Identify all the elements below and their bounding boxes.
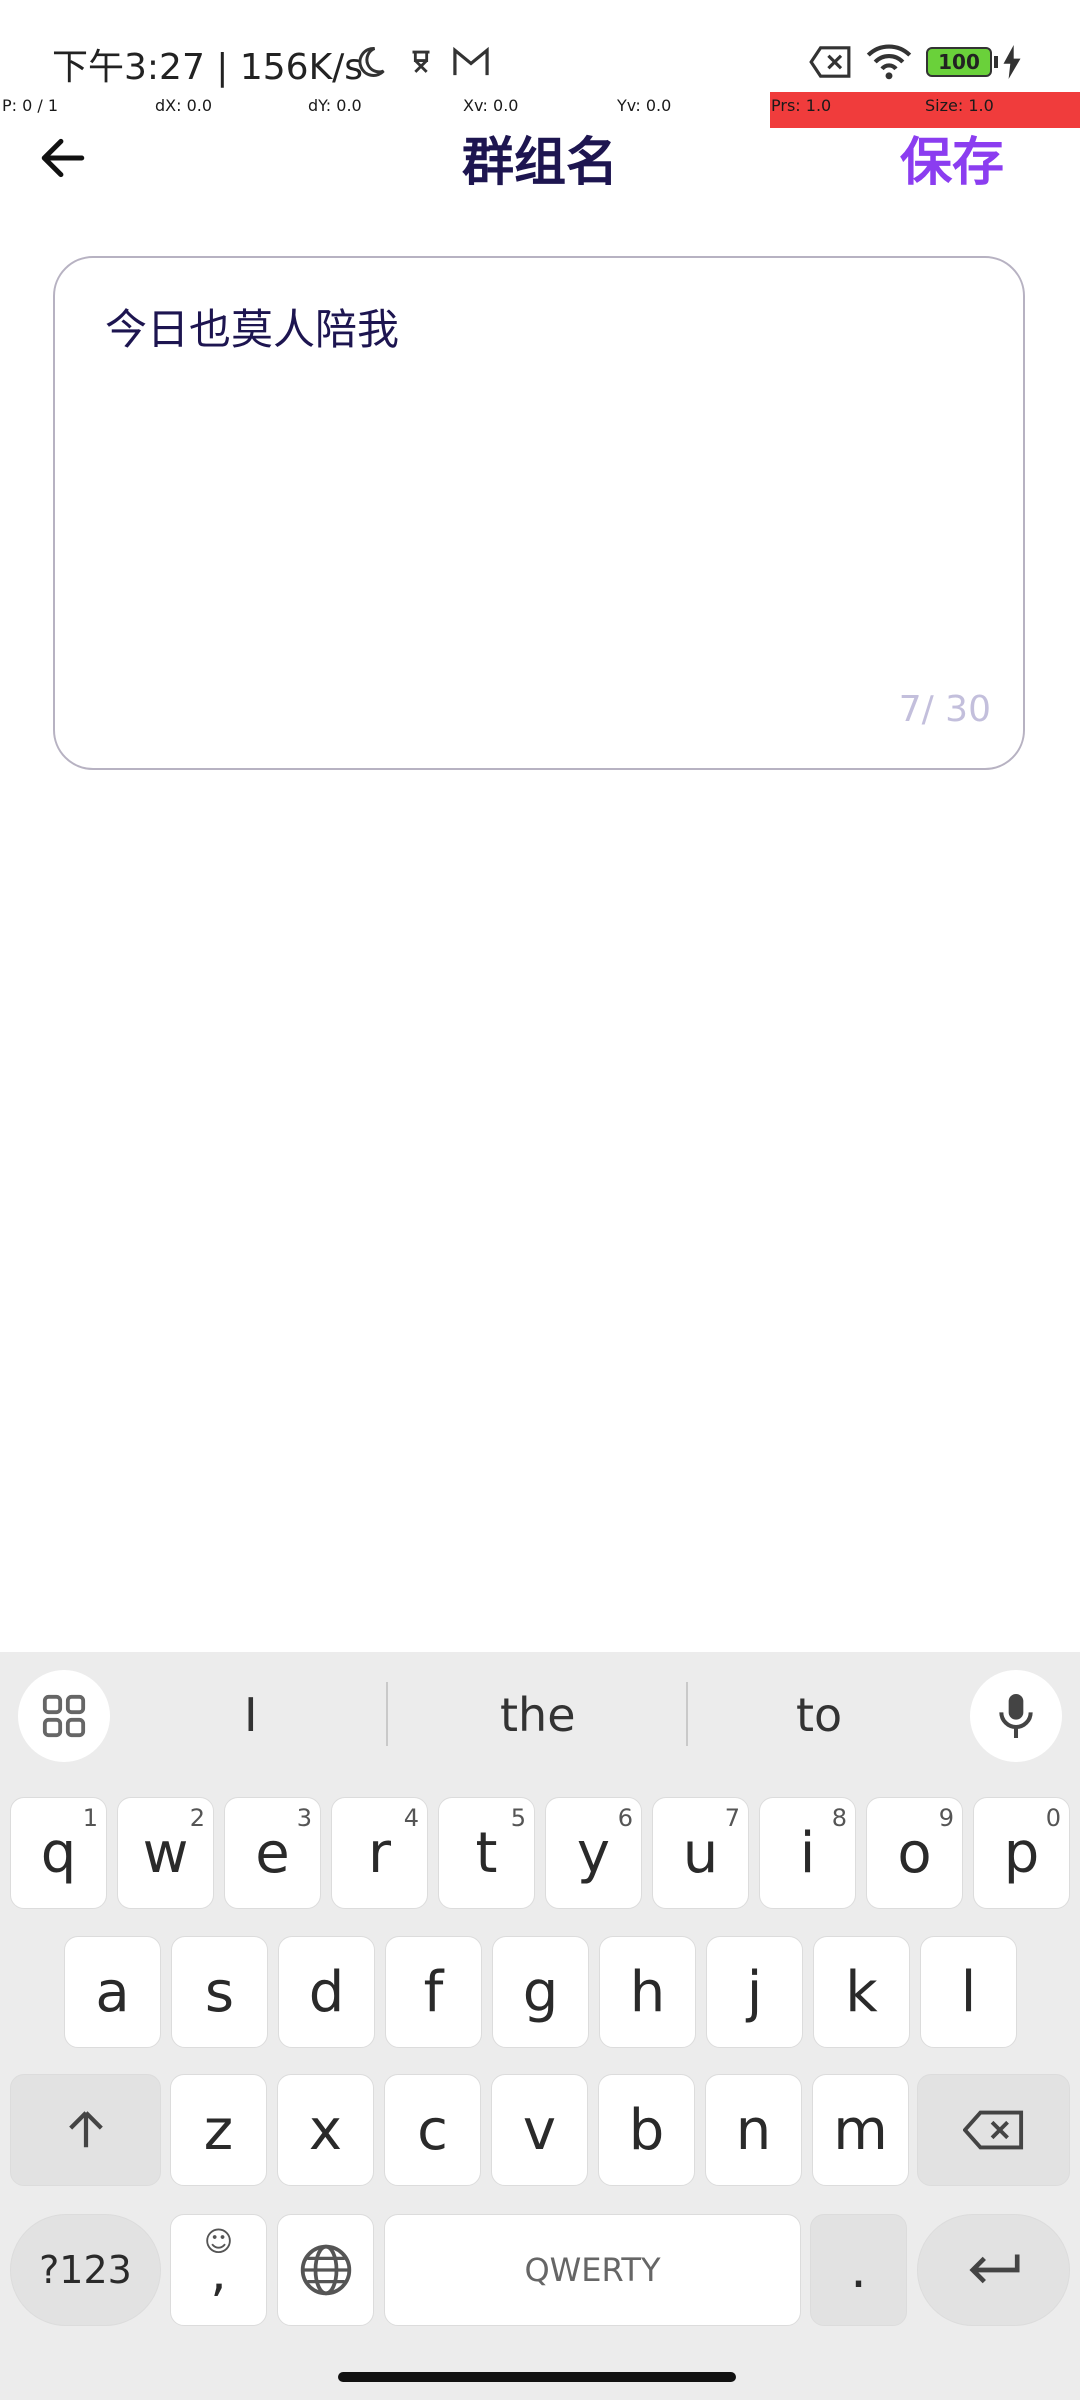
key-v[interactable]: v [491,2074,588,2186]
period-key[interactable]: . [810,2214,907,2326]
key-s[interactable]: s [171,1936,268,2048]
comma-label: , [210,2243,227,2303]
moon-icon [352,42,388,82]
suggestion-divider [686,1682,688,1746]
battery-level: 100 [938,50,980,74]
microphone-icon [999,1694,1033,1738]
group-name-textarea[interactable]: 今日也莫人陪我 7/ 30 [53,256,1025,770]
language-key[interactable] [277,2214,374,2326]
key-hint: 6 [617,1804,633,1832]
key-label: y [576,1820,611,1886]
key-label: t [475,1820,498,1886]
suggestion-divider [386,1682,388,1746]
key-hint: 9 [938,1804,954,1832]
enter-key[interactable] [917,2214,1070,2326]
key-y[interactable]: y6 [545,1797,642,1909]
key-hint: 0 [1045,1804,1061,1832]
key-label: q [40,1820,77,1886]
debug-size: Size: 1.0 [925,96,994,115]
key-label: o [897,1820,932,1886]
debug-dx: dX: 0.0 [155,96,213,115]
key-label: w [142,1820,189,1886]
voice-input-button[interactable] [970,1670,1062,1762]
charging-icon [1000,42,1024,82]
grid-icon [42,1694,86,1738]
home-indicator[interactable] [338,2372,736,2382]
key-l[interactable]: l [920,1936,1017,2048]
key-label: p [1003,1820,1040,1886]
key-a[interactable]: a [64,1936,161,2048]
key-c[interactable]: c [384,2074,481,2186]
keyboard-apps-button[interactable] [18,1670,110,1762]
key-p[interactable]: p0 [973,1797,1070,1909]
save-button[interactable]: 保存 [900,120,1004,195]
key-q[interactable]: q1 [10,1797,107,1909]
debug-yv: Yv: 0.0 [617,96,672,115]
key-i[interactable]: i8 [759,1797,856,1909]
char-counter: 7/ 30 [898,689,991,730]
shift-arrow-icon [68,2111,103,2148]
key-b[interactable]: b [598,2074,695,2186]
key-e[interactable]: e3 [224,1797,321,1909]
key-n[interactable]: n [705,2074,802,2186]
key-hint: 5 [510,1804,526,1832]
suggestion-3[interactable]: to [796,1688,842,1742]
key-t[interactable]: t5 [438,1797,535,1909]
key-f[interactable]: f [385,1936,482,2048]
key-o[interactable]: o9 [866,1797,963,1909]
status-time: 下午3:27 | 156K/s [52,47,364,88]
backspace-icon [962,2110,1023,2150]
key-j[interactable]: j [706,1936,803,2048]
wifi-icon [864,42,914,82]
key-hint: 4 [403,1804,419,1832]
debug-pointer: P: 0 / 1 [2,96,59,115]
key-z[interactable]: z [170,2074,267,2186]
key-hint: 1 [82,1804,98,1832]
key-k[interactable]: k [813,1936,910,2048]
key-label: i [799,1820,816,1886]
key-label: u [682,1820,719,1886]
debug-prs: Prs: 1.0 [771,96,832,115]
enter-icon [968,2254,1020,2284]
debug-xv: Xv: 0.0 [463,96,519,115]
key-w[interactable]: w2 [117,1797,214,1909]
key-hint: 8 [831,1804,847,1832]
key-label: e [255,1820,290,1886]
emoji-comma-key[interactable]: ☺ , [170,2214,267,2326]
key-h[interactable]: h [599,1936,696,2048]
globe-icon [300,2244,351,2296]
key-d[interactable]: d [278,1936,375,2048]
mail-icon [452,42,490,82]
backspace-key[interactable] [917,2074,1070,2186]
suggestion-2[interactable]: the [500,1688,576,1742]
space-key[interactable]: QWERTY [384,2214,801,2326]
group-name-value: 今日也莫人陪我 [105,305,400,354]
key-label: r [367,1820,392,1886]
key-r[interactable]: r4 [331,1797,428,1909]
symbols-key[interactable]: ?123 [10,2214,161,2326]
suggestion-1[interactable]: I [244,1688,258,1742]
key-hint: 7 [724,1804,740,1832]
key-x[interactable]: x [277,2074,374,2186]
notification-icon [404,42,438,82]
shift-key[interactable] [10,2074,161,2186]
battery-icon: 100 [926,42,998,82]
debug-dy: dY: 0.0 [308,96,362,115]
sim-off-icon [808,42,852,82]
key-u[interactable]: u7 [652,1797,749,1909]
key-g[interactable]: g [492,1936,589,2048]
key-hint: 2 [189,1804,205,1832]
key-m[interactable]: m [812,2074,909,2186]
key-hint: 3 [296,1804,312,1832]
